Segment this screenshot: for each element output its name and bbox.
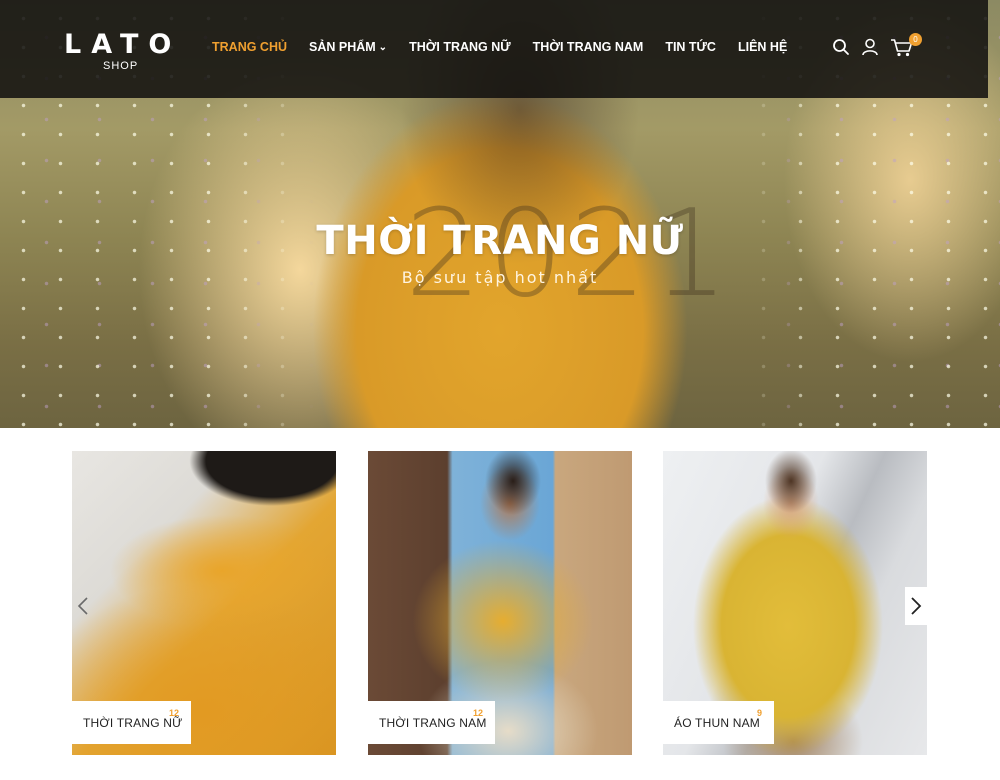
nav-item-products[interactable]: SẢN PHẨM ⌄ <box>309 40 387 54</box>
category-count: 9 <box>756 708 762 718</box>
chevron-left-icon <box>77 597 88 615</box>
hero-subtitle: Bộ sưu tập hot nhất <box>401 268 599 287</box>
nav-label-home: TRANG CHỦ <box>212 40 287 54</box>
nav-label-contact: LIÊN HỆ <box>737 40 788 54</box>
main-nav: TRANG CHỦ SẢN PHẨM ⌄ THỜI TRANG NỮ THỜI T… <box>212 40 809 54</box>
nav-label-women-fashion: THỜI TRANG NỮ <box>409 40 511 54</box>
nav-label-products: SẢN PHẨM <box>309 40 376 54</box>
chevron-right-icon <box>911 597 922 615</box>
category-count: 12 <box>472 708 483 718</box>
logo[interactable]: LATO SHOP <box>64 30 174 74</box>
nav-item-contact[interactable]: LIÊN HỆ <box>738 40 787 54</box>
category-label-text: THỜI TRANG NỮ <box>83 715 183 730</box>
chevron-down-icon: ⌄ <box>378 42 388 53</box>
slider-prev-button[interactable] <box>72 587 94 625</box>
nav-label-men-fashion: THỜI TRANG NAM <box>532 40 644 54</box>
user-icon[interactable] <box>861 38 881 58</box>
site-header: LATO SHOP TRANG CHỦ SẢN PHẨM ⌄ THỜI TRANG… <box>0 0 988 98</box>
category-card-men-fashion[interactable]: THỜI TRANG NAM 12 <box>368 451 632 755</box>
nav-label-news: TIN TỨC <box>665 40 716 54</box>
nav-item-home[interactable]: TRANG CHỦ <box>212 40 287 54</box>
nav-item-men-fashion[interactable]: THỜI TRANG NAM <box>533 40 644 54</box>
category-label-women-fashion[interactable]: THỜI TRANG NỮ 12 <box>72 701 191 744</box>
nav-item-women-fashion[interactable]: THỜI TRANG NỮ <box>409 40 511 54</box>
category-label-text: ÁO THUN NAM <box>674 715 760 730</box>
cart-count-badge: 0 <box>909 33 922 46</box>
nav-item-news[interactable]: TIN TỨC <box>665 40 716 54</box>
category-label-men-tshirts[interactable]: ÁO THUN NAM 9 <box>663 701 774 744</box>
category-card-men-tshirts[interactable]: ÁO THUN NAM 9 <box>663 451 927 755</box>
logo-subtitle: SHOP <box>103 60 139 72</box>
category-label-text: THỜI TRANG NAM <box>379 715 487 730</box>
search-icon[interactable] <box>832 38 852 58</box>
slider-next-button[interactable] <box>905 587 927 625</box>
category-count: 12 <box>168 708 179 718</box>
category-label-men-fashion[interactable]: THỜI TRANG NAM 12 <box>368 701 495 744</box>
hero-title: THỜI TRANG NỮ <box>316 218 684 264</box>
logo-wordmark: LATO <box>64 29 182 60</box>
category-card-women-fashion[interactable]: THỜI TRANG NỮ 12 <box>72 451 336 755</box>
